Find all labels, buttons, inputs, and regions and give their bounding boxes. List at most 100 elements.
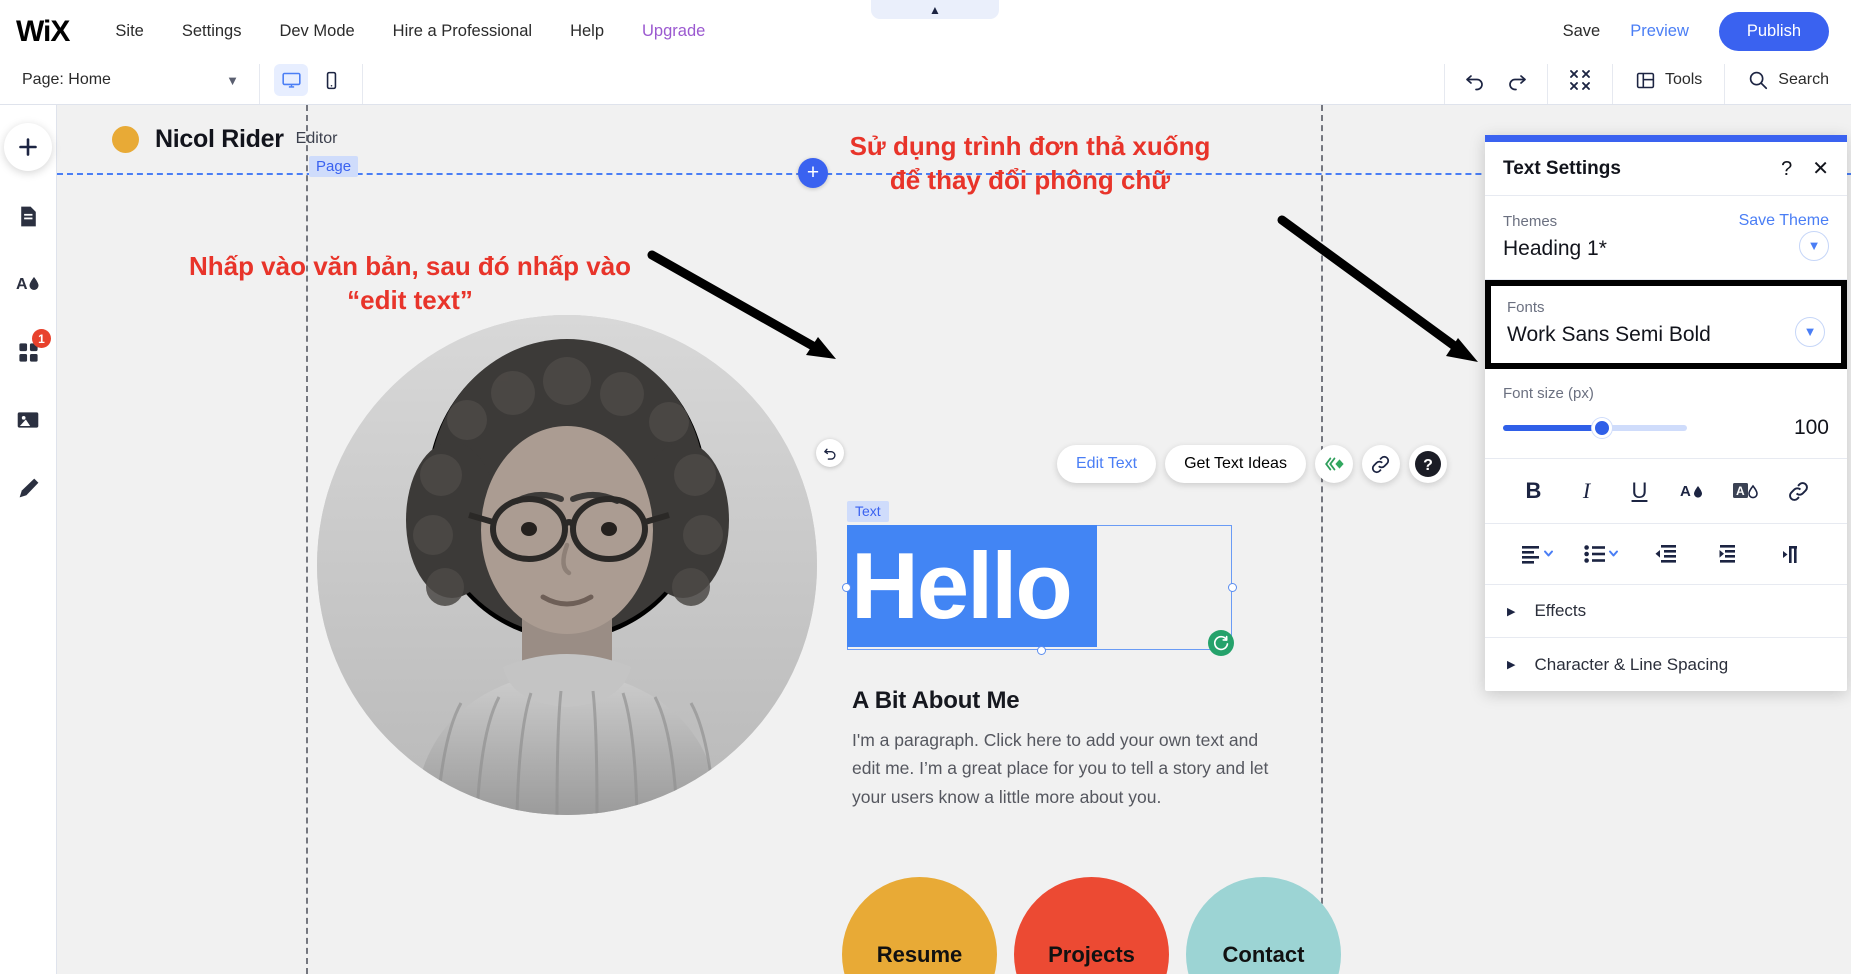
sidebar-item-apps[interactable]: 1 bbox=[5, 329, 51, 375]
tools-panel-icon bbox=[1636, 72, 1655, 88]
undo-icon bbox=[823, 448, 836, 460]
nav-site[interactable]: Site bbox=[115, 22, 143, 41]
portrait-photo bbox=[317, 315, 817, 815]
apps-badge: 1 bbox=[32, 329, 51, 348]
text-align-icon[interactable] bbox=[1507, 543, 1571, 565]
text-color-icon[interactable]: A bbox=[1666, 479, 1719, 503]
sidebar-item-theme[interactable]: A bbox=[5, 261, 51, 307]
nav-settings[interactable]: Settings bbox=[182, 22, 242, 41]
text-format-row: B I U A A bbox=[1485, 459, 1847, 524]
sidebar-item-media[interactable] bbox=[5, 397, 51, 443]
nav-dev-mode[interactable]: Dev Mode bbox=[279, 22, 354, 41]
element-toolbar: Edit Text Get Text Ideas ? bbox=[1057, 445, 1447, 483]
panel-header: Text Settings ? ✕ bbox=[1485, 142, 1847, 196]
effects-label: Effects bbox=[1534, 601, 1587, 620]
edit-text-button[interactable]: Edit Text bbox=[1057, 445, 1157, 483]
left-sidebar: A 1 bbox=[0, 105, 57, 974]
redo-icon[interactable] bbox=[1505, 68, 1529, 92]
zoom-out-icon bbox=[1569, 70, 1590, 90]
about-heading: A Bit About Me bbox=[852, 687, 1020, 714]
font-size-section: Font size (px) 100 bbox=[1485, 369, 1847, 459]
circle-button-resume[interactable]: Resume bbox=[842, 877, 997, 974]
text-element-value: Hello bbox=[851, 533, 1073, 639]
theme-dropdown-button[interactable]: ▼ bbox=[1799, 230, 1829, 261]
link-icon bbox=[1372, 455, 1390, 473]
save-button[interactable]: Save bbox=[1563, 22, 1601, 41]
theme-letter-icon: A bbox=[16, 276, 39, 293]
avatar bbox=[112, 125, 139, 153]
highlight-color-icon[interactable]: A bbox=[1719, 479, 1772, 503]
nav-hire-a-professional[interactable]: Hire a Professional bbox=[393, 22, 532, 41]
page-selector-label: Page: Home bbox=[22, 71, 111, 88]
themes-label: Themes bbox=[1503, 212, 1558, 230]
indent-icon[interactable] bbox=[1698, 543, 1762, 565]
sidebar-item-pages[interactable] bbox=[5, 193, 51, 239]
circle-button-label: Projects bbox=[1048, 941, 1135, 967]
desktop-icon bbox=[281, 72, 301, 88]
font-size-slider-knob[interactable] bbox=[1592, 418, 1612, 438]
reset-element-button[interactable] bbox=[816, 439, 844, 467]
link-button[interactable] bbox=[1361, 445, 1400, 483]
font-size-slider[interactable] bbox=[1503, 418, 1687, 438]
mobile-view-button[interactable] bbox=[314, 64, 348, 96]
font-value: Work Sans Semi Bold bbox=[1507, 323, 1711, 346]
save-theme-link[interactable]: Save Theme bbox=[1739, 212, 1829, 230]
page-section-tag: Page bbox=[309, 156, 359, 177]
bold-icon[interactable]: B bbox=[1507, 478, 1560, 504]
sidebar-item-add-element[interactable] bbox=[4, 123, 52, 171]
nav-help[interactable]: Help bbox=[570, 22, 604, 41]
pen-icon bbox=[19, 478, 38, 497]
underline-icon[interactable]: U bbox=[1613, 478, 1666, 504]
undo-icon[interactable] bbox=[1463, 68, 1487, 92]
guide-right bbox=[1321, 105, 1323, 974]
top-bar-actions: Save Preview Publish bbox=[1563, 12, 1829, 51]
image-icon bbox=[17, 412, 39, 428]
bullet-list-icon[interactable] bbox=[1571, 543, 1635, 565]
effects-accordion[interactable]: ▶ Effects bbox=[1485, 585, 1847, 638]
circle-button-contact[interactable]: Contact bbox=[1186, 877, 1341, 974]
desktop-view-button[interactable] bbox=[274, 64, 308, 96]
panel-accent-bar bbox=[1485, 135, 1847, 142]
get-text-ideas-button[interactable]: Get Text Ideas bbox=[1165, 445, 1306, 483]
spacing-accordion[interactable]: ▶ Character & Line Spacing bbox=[1485, 638, 1847, 691]
selected-text-highlight[interactable]: Hello bbox=[847, 525, 1097, 647]
element-type-label: Text bbox=[847, 501, 889, 522]
page-icon bbox=[20, 206, 36, 226]
sidebar-item-blog[interactable] bbox=[5, 465, 51, 511]
help-button[interactable]: ? bbox=[1408, 445, 1447, 483]
animation-button[interactable] bbox=[1314, 445, 1353, 483]
about-block[interactable]: A Bit About Me I'm a paragraph. Click he… bbox=[852, 687, 1272, 811]
portrait-image[interactable] bbox=[317, 315, 817, 815]
rotate-handle[interactable] bbox=[1208, 630, 1234, 656]
text-direction-icon[interactable] bbox=[1761, 543, 1825, 565]
panel-title: Text Settings bbox=[1503, 157, 1621, 179]
svg-text:?: ? bbox=[1423, 457, 1433, 474]
site-subtitle: Editor bbox=[295, 130, 338, 147]
search-icon bbox=[1750, 71, 1768, 90]
resize-handle-right[interactable] bbox=[1228, 583, 1237, 592]
spacing-label: Character & Line Spacing bbox=[1534, 654, 1729, 674]
font-size-value: 100 bbox=[1793, 416, 1829, 439]
text-element[interactable]: Text Hello bbox=[816, 439, 1237, 656]
preview-button[interactable]: Preview bbox=[1630, 22, 1689, 41]
italic-icon[interactable]: I bbox=[1560, 478, 1613, 504]
top-nav: Site Settings Dev Mode Hire a Profession… bbox=[115, 22, 705, 41]
resize-handle-left[interactable] bbox=[842, 583, 851, 592]
about-paragraph: I'm a paragraph. Click here to add your … bbox=[852, 730, 1269, 807]
help-icon: ? bbox=[1414, 451, 1441, 477]
link-icon[interactable] bbox=[1772, 480, 1825, 503]
plus-icon bbox=[19, 138, 37, 156]
outdent-icon[interactable] bbox=[1634, 543, 1698, 565]
circle-button-projects[interactable]: Projects bbox=[1014, 877, 1169, 974]
nav-upgrade[interactable]: Upgrade bbox=[642, 22, 705, 41]
resize-handle-bottom[interactable] bbox=[1037, 646, 1046, 655]
triangle-right-icon: ▶ bbox=[1507, 605, 1516, 618]
help-icon[interactable]: ? bbox=[1781, 159, 1792, 179]
publish-button[interactable]: Publish bbox=[1718, 12, 1829, 51]
animation-icon bbox=[1325, 457, 1344, 471]
font-dropdown-button[interactable]: ▼ bbox=[1795, 316, 1825, 347]
wix-logo[interactable]: WiX bbox=[16, 15, 70, 49]
collapse-toolbar-tab[interactable]: ▲ bbox=[871, 0, 999, 19]
circle-button-group: Resume Projects Contact bbox=[842, 877, 1341, 974]
close-icon[interactable]: ✕ bbox=[1812, 159, 1829, 179]
